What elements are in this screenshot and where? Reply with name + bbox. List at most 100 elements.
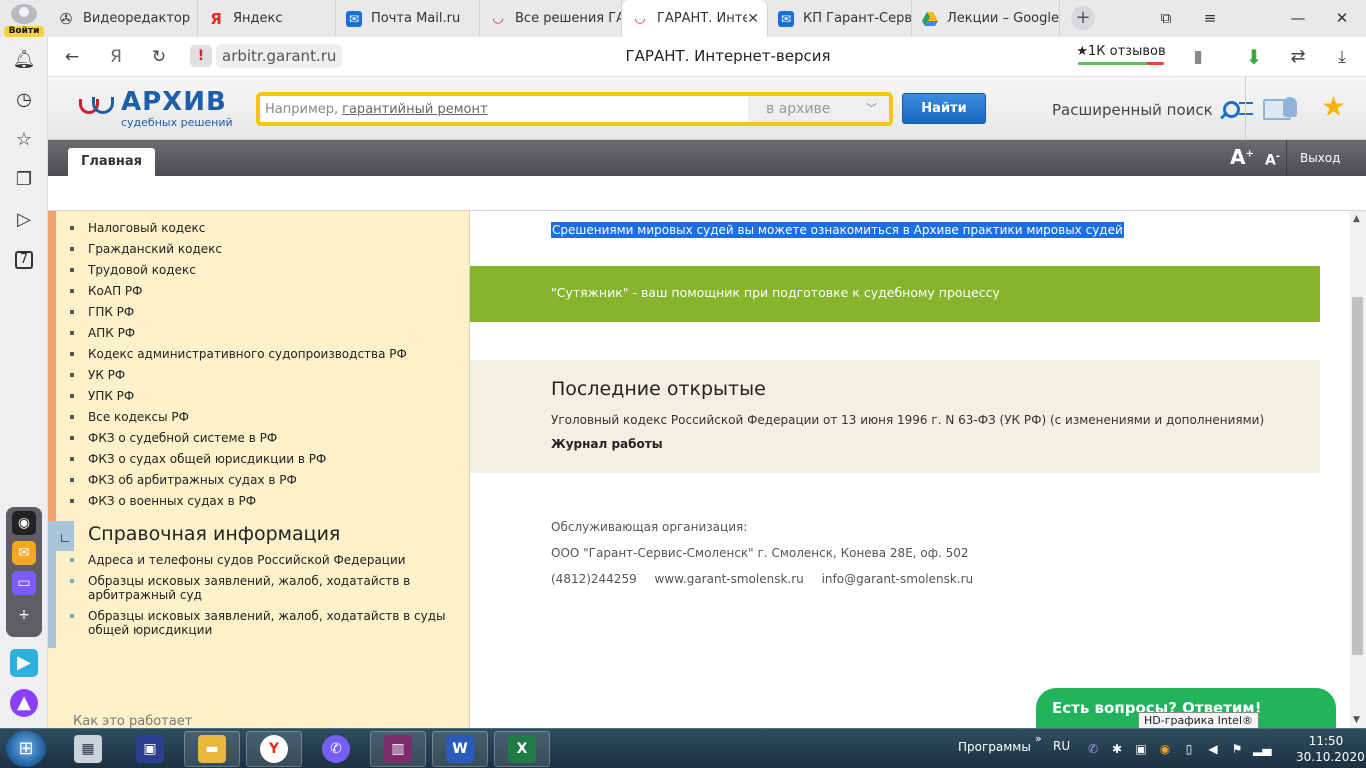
collections-icon[interactable]: ❐	[10, 166, 38, 194]
close-tab-icon[interactable]: ✕	[747, 11, 759, 27]
search-scope-select[interactable]: в архиве ﹀	[748, 96, 889, 122]
video-play-icon[interactable]: ▷	[10, 206, 38, 234]
code-link[interactable]: Налоговый кодекс	[68, 218, 448, 239]
code-link[interactable]: УК РФ	[68, 365, 448, 386]
org-site-link[interactable]: www.garant-smolensk.ru	[655, 572, 804, 586]
taskbar-save-app[interactable]: ▣	[122, 731, 178, 767]
info-link[interactable]: Образцы исковых заявлений, жалоб, ходата…	[68, 609, 448, 637]
taskbar-calculator[interactable]: ▦	[60, 731, 116, 767]
bluetooth-icon[interactable]: ✱	[1109, 741, 1125, 757]
code-link[interactable]: АПК РФ	[68, 323, 448, 344]
code-link[interactable]: ГПК РФ	[68, 302, 448, 323]
advanced-search-link[interactable]: Расширенный поиск	[1052, 99, 1253, 121]
scroll-thumb[interactable]	[1352, 297, 1363, 655]
menu-icon[interactable]: ≡	[1188, 0, 1232, 37]
code-link[interactable]: УПК РФ	[68, 386, 448, 407]
tab-kp-garant-service[interactable]: ✉ КП Гарант-Сервис	[768, 0, 912, 37]
favorites-icon[interactable]: ☆	[10, 126, 38, 154]
code-link[interactable]: ФКЗ о судах общей юрисдикции в РФ	[68, 449, 448, 470]
info-link[interactable]: Адреса и телефоны судов Российской Федер…	[68, 553, 448, 567]
taskbar-winrar[interactable]: ▥	[370, 731, 426, 767]
logout-link[interactable]: Выход	[1300, 151, 1340, 165]
bookmark-icon[interactable]: ▮	[1186, 45, 1210, 69]
code-link[interactable]: Все кодексы РФ	[68, 407, 448, 428]
scroll-down-icon[interactable]: ▼	[1353, 715, 1360, 725]
code-link[interactable]: ФКЗ о судебной системе в РФ	[68, 428, 448, 449]
url-field[interactable]: ! arbitr.garant.ru	[190, 44, 343, 68]
search-button[interactable]: Найти	[902, 93, 986, 124]
volume-icon[interactable]: ◀︎	[1205, 741, 1221, 757]
tab-yandex[interactable]: Я Яндекс	[198, 0, 336, 37]
tab-google-drive[interactable]: Лекции – Google Диск	[912, 0, 1060, 37]
recent-doc-link[interactable]: Уголовный кодекс Российской Федерации от…	[551, 413, 1264, 427]
calendar-icon[interactable]: 7	[10, 246, 38, 274]
reviews-badge[interactable]: ★1К отзывов	[1076, 43, 1166, 65]
mail-user-icon[interactable]	[1263, 95, 1299, 121]
how-it-works-link[interactable]: Как это работает	[73, 714, 192, 728]
reload-icon[interactable]: ↻	[147, 45, 171, 69]
close-window-icon[interactable]: ✕	[1320, 0, 1364, 37]
taskbar-word[interactable]: W	[432, 731, 488, 767]
page-scrollbar[interactable]: ▲ ▼	[1350, 211, 1366, 728]
start-button[interactable]	[6, 731, 46, 767]
font-decrease-button[interactable]: A-	[1265, 151, 1280, 169]
updater-icon[interactable]: ◉	[1157, 741, 1173, 757]
code-link[interactable]: ФКЗ о военных судах в РФ	[68, 491, 448, 512]
alice-assistant-icon[interactable]: ▲	[10, 689, 38, 717]
tab-all-garant-solutions[interactable]: ◡ Все решения ГАРАНТ	[480, 0, 622, 37]
search-placeholder-sample[interactable]: гарантийный ремонт	[342, 102, 487, 117]
tab-mail-ru[interactable]: ✉ Почта Mail.ru	[336, 0, 480, 37]
yandex-home-icon[interactable]: Я	[104, 45, 128, 69]
new-tab-button[interactable]: +	[1071, 6, 1095, 30]
code-link[interactable]: КоАП РФ	[68, 281, 448, 302]
collections-icon[interactable]: ⧉	[1144, 0, 1188, 37]
code-link[interactable]: Трудовой кодекс	[68, 260, 448, 281]
intel-graphics-icon[interactable]: ▣	[1133, 741, 1149, 757]
archive-logo[interactable]: АРХИВ судебных решений	[76, 87, 236, 129]
alice-app-icon[interactable]: ◉	[12, 511, 36, 535]
favorites-star-icon[interactable]: ★	[1321, 92, 1346, 122]
network-signal-icon[interactable]: ▂▄	[1253, 741, 1271, 757]
system-clock[interactable]: 11:50 30.10.2020	[1296, 733, 1365, 765]
font-increase-button[interactable]: A+	[1230, 145, 1254, 169]
taskbar-explorer[interactable]: ▬	[184, 731, 240, 767]
zen-app-icon[interactable]: ▶	[10, 649, 38, 677]
taskbar-viber[interactable]: ✆	[308, 731, 364, 767]
mail-app-icon[interactable]: ✉	[12, 541, 36, 565]
magistrate-archive-link[interactable]: Срешениями мировых судей вы можете ознак…	[551, 222, 1124, 238]
language-indicator[interactable]: RU	[1053, 739, 1070, 753]
messenger-app-icon[interactable]: ▭	[12, 571, 36, 595]
toolbar-expand-icon[interactable]: »	[1035, 732, 1042, 745]
collapse-toggle-icon[interactable]	[56, 521, 74, 551]
profile-login-button[interactable]: Войти	[4, 4, 44, 37]
notifications-icon[interactable]: 🔔︎	[10, 46, 38, 74]
code-link[interactable]: ФКЗ об арбитражных судах в РФ	[68, 470, 448, 491]
font-decrease-sup: -	[1275, 151, 1280, 162]
programs-toolbar[interactable]: Программы	[958, 740, 1031, 754]
tab-video-editor[interactable]: ✇ Видеоредактор	[48, 0, 198, 37]
journal-link[interactable]: Журнал работы	[551, 437, 663, 451]
insecure-warning-icon[interactable]: !	[190, 45, 212, 67]
search-input[interactable]: Например, гарантийный ремонт	[260, 96, 748, 122]
code-link[interactable]: Гражданский кодекс	[68, 239, 448, 260]
tab-main[interactable]: Главная	[68, 148, 155, 176]
download-manager-icon[interactable]: ⬇	[1242, 45, 1266, 69]
add-app-icon[interactable]: +	[12, 603, 36, 627]
taskbar-yandex-browser[interactable]: Y	[246, 731, 302, 767]
downloads-icon[interactable]: ⤓	[1330, 45, 1354, 69]
action-center-icon[interactable]: ⚑	[1229, 741, 1245, 757]
back-arrow-icon[interactable]: ←	[60, 45, 84, 69]
history-icon[interactable]: ◷	[10, 86, 38, 114]
taskbar-excel[interactable]: X	[494, 731, 550, 767]
org-email-link[interactable]: info@garant-smolensk.ru	[822, 572, 974, 586]
translate-icon[interactable]: ⇄	[1286, 45, 1310, 69]
info-section-header[interactable]: Справочная информация	[56, 521, 456, 551]
viber-tray-icon[interactable]: ✆	[1085, 741, 1101, 757]
code-link[interactable]: Кодекс административного судопроизводств…	[68, 344, 448, 365]
sutyazhnik-banner[interactable]: "Сутяжник" - ваш помощник при подготовке…	[470, 266, 1320, 322]
info-link[interactable]: Образцы исковых заявлений, жалоб, ходата…	[68, 574, 448, 602]
minimize-icon[interactable]: —	[1276, 0, 1320, 37]
device-icon[interactable]: ▯	[1181, 741, 1197, 757]
tab-garant-internet[interactable]: ◡ ГАРАНТ. Интернет-версия ✕	[622, 0, 768, 37]
scroll-up-icon[interactable]: ▲	[1353, 214, 1360, 224]
